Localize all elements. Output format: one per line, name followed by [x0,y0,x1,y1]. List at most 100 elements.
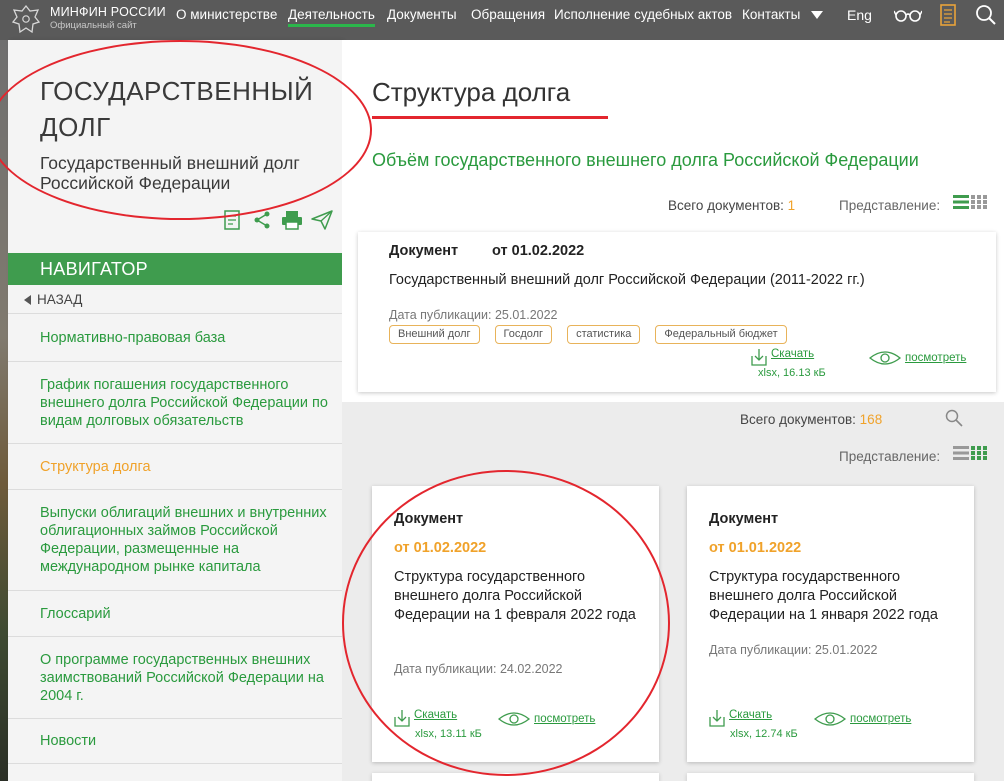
section-title: Объём государственного внешнего долга Ро… [372,150,919,170]
sidebar-item-repayment-schedule[interactable]: График погашения государственного внешне… [8,361,342,443]
document-kind: Документ [389,243,459,259]
tag-statistics[interactable]: статистика [567,325,641,344]
search-icon[interactable] [945,409,963,427]
view-label: посмотреть [534,713,596,725]
document-title[interactable]: Структура государственного внешнего долг… [394,568,644,625]
tag-state-debt[interactable]: Госдолг [494,325,553,344]
page-title: Структура долга [372,77,571,107]
nav-documents[interactable]: Документы [387,0,457,40]
view-link[interactable]: посмотреть [814,710,911,728]
file-info: xlsx, 12.74 кБ [730,728,798,740]
sidebar-item-legal-base[interactable]: Нормативно-правовая база [8,313,342,361]
documents-count-label: Всего документов: [668,198,784,213]
view-link[interactable]: посмотреть [869,349,966,367]
export-icon[interactable] [220,208,244,232]
brand-name: МИНФИН РОССИИ [50,5,166,19]
sidebar-item-label: О программе государственных внешних заим… [40,651,324,704]
sidebar-item-debt-structure[interactable]: Структура долга [8,443,342,489]
coat-of-arms-icon[interactable] [8,2,44,38]
search-icon[interactable] [973,0,999,30]
documents-count-top: Всего документов: 1 [668,198,795,213]
document-title[interactable]: Структура государственного внешнего долг… [709,568,959,625]
nav-court-acts[interactable]: Исполнение судебных актов [554,0,732,40]
glasses-icon[interactable] [893,0,923,30]
sidebar-item-label: Структура долга [40,458,151,475]
sidebar-item-borrowing-program[interactable]: О программе государственных внешних заим… [8,636,342,718]
sidebar-item-label: Новости [40,733,97,749]
nav-about[interactable]: О министерстве [176,0,277,40]
view-link[interactable]: посмотреть [498,710,595,728]
eye-icon [498,712,530,726]
document-icon[interactable] [938,0,958,30]
view-label: посмотреть [850,713,912,725]
document-date: от 01.02.2022 [492,243,585,259]
grid-view-icon[interactable] [971,195,987,209]
download-link[interactable]: Скачать xlsx, 12.74 кБ [709,709,798,740]
sidebar-item-label: Глоссарий [40,605,111,622]
download-label: Скачать [729,709,773,721]
download-label: Скачать [414,709,458,721]
documents-count-label: Всего документов: [740,412,856,427]
file-info: xlsx, 16.13 кБ [758,367,826,379]
nav-activity[interactable]: Деятельность [288,0,375,40]
list-view-icon[interactable] [953,195,969,209]
sidebar-item-label: Выпуски облигаций внешних и внутренних о… [40,505,327,575]
nav-appeals[interactable]: Обращения [471,0,545,40]
publication-date: Дата публикации: 25.01.2022 [389,308,558,322]
view-switcher-top [953,195,987,209]
documents-count-value: 1 [787,198,796,213]
top-bar: МИНФИН РОССИИ Официальный сайт О министе… [0,0,1004,40]
document-card-next[interactable] [687,773,974,781]
download-icon [709,710,725,727]
brand-subtitle: Официальный сайт [50,20,137,31]
sidebar-item-label: График погашения государственного внешне… [40,376,328,429]
file-info: xlsx, 13.11 кБ [415,728,482,740]
back-link[interactable]: НАЗАД [24,290,82,310]
main-content: Структура долга Объём государственного в… [342,40,1004,781]
publication-date: Дата публикации: 25.01.2022 [709,643,878,657]
view-mode-label: Представление: [839,198,941,213]
featured-document-card[interactable]: Документ от 01.02.2022 Государственный в… [358,232,996,392]
download-link[interactable]: Скачать xlsx, 13.11 кБ [394,709,482,740]
list-view-icon[interactable] [953,446,969,460]
document-date: от 01.01.2022 [709,540,802,556]
tag-list: Внешний долг Госдолг статистика Федераль… [389,325,787,344]
tag-federal-budget[interactable]: Федеральный бюджет [655,325,787,344]
navigator-header: НАВИГАТОР [8,253,342,285]
tag-external-debt[interactable]: Внешний долг [389,325,480,344]
view-switcher-bottom [953,446,987,460]
documents-count-value: 168 [859,412,883,427]
print-icon[interactable] [280,208,304,232]
background-photo-strip [0,40,8,781]
eye-icon [814,712,846,726]
back-arrow-icon [24,295,31,305]
document-kind: Документ [709,511,779,527]
document-date: от 01.02.2022 [394,540,487,556]
brand[interactable]: МИНФИН РОССИИ Официальный сайт [50,5,166,31]
download-icon [751,349,767,366]
sidebar-item-news[interactable]: Новости [8,718,342,764]
sidebar-subtitle: Государственный внешний долг Российской … [40,153,300,193]
view-mode-label: Представление: [839,449,941,464]
download-icon [394,710,410,727]
document-card[interactable]: Документ от 01.01.2022 Структура государ… [687,486,974,762]
eye-icon [869,351,901,365]
document-description[interactable]: Государственный внешний долг Российской … [389,272,865,288]
sidebar-item-bond-issues[interactable]: Выпуски облигаций внешних и внутренних о… [8,489,342,590]
document-card[interactable]: Документ от 01.02.2022 Структура государ… [372,486,659,762]
share-icon[interactable] [250,208,274,232]
document-card-next[interactable] [372,773,659,781]
publication-date: Дата публикации: 24.02.2022 [394,662,563,676]
download-label: Скачать [771,348,815,360]
title-underline [372,116,608,119]
language-switch[interactable]: Eng [847,0,872,30]
sidebar-item-glossary[interactable]: Глоссарий [8,590,342,636]
send-icon[interactable] [310,208,334,232]
nav-contacts[interactable]: Контакты [742,0,800,40]
view-label: посмотреть [905,352,967,364]
grid-view-icon[interactable] [971,446,987,460]
chevron-down-icon[interactable] [811,11,823,19]
sidebar-title: ГОСУДАРСТВЕННЫЙ ДОЛГ [40,76,314,142]
download-link[interactable]: Скачать xlsx, 16.13 кБ [751,348,826,379]
sidebar: ГОСУДАРСТВЕННЫЙ ДОЛГ Государственный вне… [8,40,342,781]
